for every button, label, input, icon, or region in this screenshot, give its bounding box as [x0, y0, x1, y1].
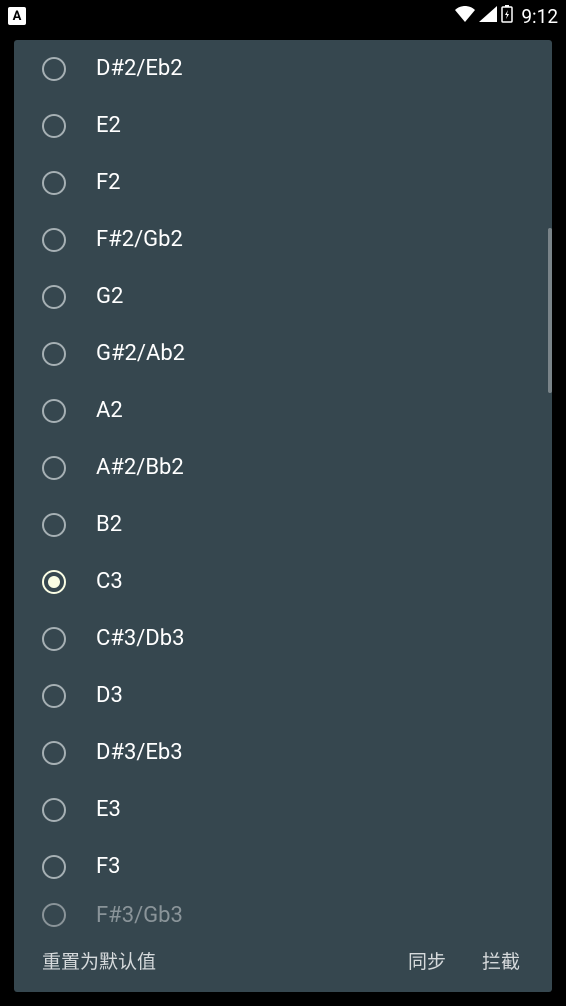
radio-icon — [42, 798, 66, 822]
radio-icon — [42, 228, 66, 252]
status-bar: A 9:12 — [0, 0, 566, 32]
note-option-dsharp2[interactable]: D#2/Eb2 — [14, 40, 552, 97]
note-option-b2[interactable]: B2 — [14, 496, 552, 553]
radio-icon — [42, 342, 66, 366]
reset-to-default-link[interactable]: 重置为默认值 — [42, 947, 156, 974]
note-label: F#3/Gb3 — [96, 903, 183, 928]
note-option-g2[interactable]: G2 — [14, 268, 552, 325]
radio-icon — [42, 171, 66, 195]
note-option-c3[interactable]: C3 — [14, 553, 552, 610]
note-label: F3 — [96, 854, 121, 879]
radio-icon — [42, 684, 66, 708]
note-option-csharp3[interactable]: C#3/Db3 — [14, 610, 552, 667]
scrollbar[interactable] — [548, 228, 552, 393]
status-left: A — [8, 7, 26, 25]
intercept-button[interactable]: 拦截 — [478, 939, 524, 982]
list-container[interactable]: D#2/Eb2 E2 F2 F#2/Gb2 G2 G#2/Ab2 A2 A#2/Bb2 B2 C3… — [14, 40, 552, 928]
note-label: B2 — [96, 512, 122, 537]
note-label: A#2/Bb2 — [96, 455, 184, 480]
radio-icon — [42, 285, 66, 309]
radio-icon — [42, 855, 66, 879]
note-option-fsharp2[interactable]: F#2/Gb2 — [14, 211, 552, 268]
sync-button[interactable]: 同步 — [404, 939, 450, 982]
radio-icon — [42, 627, 66, 651]
note-option-dsharp3[interactable]: D#3/Eb3 — [14, 724, 552, 781]
radio-icon — [42, 57, 66, 81]
radio-icon — [42, 741, 66, 765]
radio-icon — [42, 456, 66, 480]
note-option-gsharp2[interactable]: G#2/Ab2 — [14, 325, 552, 382]
dialog-footer: 重置为默认值 同步 拦截 — [14, 928, 552, 992]
note-label: F#2/Gb2 — [96, 227, 183, 252]
note-label: C#3/Db3 — [96, 626, 184, 651]
note-label: C3 — [96, 569, 123, 594]
note-option-f3[interactable]: F3 — [14, 838, 552, 895]
note-label: D#3/Eb3 — [96, 740, 183, 765]
radio-icon — [42, 903, 66, 927]
note-option-f2[interactable]: F2 — [14, 154, 552, 211]
note-option-asharp2[interactable]: A#2/Bb2 — [14, 439, 552, 496]
note-option-a2[interactable]: A2 — [14, 382, 552, 439]
radio-icon — [42, 399, 66, 423]
app-badge: A — [8, 7, 26, 25]
status-time: 9:12 — [521, 5, 558, 28]
note-option-d3[interactable]: D3 — [14, 667, 552, 724]
radio-icon — [42, 570, 66, 594]
wifi-icon — [455, 6, 475, 27]
note-label: F2 — [96, 170, 121, 195]
note-picker-dialog: D#2/Eb2 E2 F2 F#2/Gb2 G2 G#2/Ab2 A2 A#2/Bb2 B2 C3… — [14, 40, 552, 992]
note-option-e2[interactable]: E2 — [14, 97, 552, 154]
note-label: E2 — [96, 113, 121, 138]
note-label: A2 — [96, 398, 123, 423]
signal-icon — [479, 6, 497, 27]
note-label: E3 — [96, 797, 121, 822]
radio-icon — [42, 513, 66, 537]
note-label: G#2/Ab2 — [96, 341, 185, 366]
note-label: D3 — [96, 683, 123, 708]
status-right: 9:12 — [455, 5, 558, 28]
note-option-fsharp3[interactable]: F#3/Gb3 — [14, 895, 552, 928]
note-option-e3[interactable]: E3 — [14, 781, 552, 838]
note-label: D#2/Eb2 — [96, 56, 183, 81]
battery-charging-icon — [501, 5, 513, 28]
note-label: G2 — [96, 284, 123, 309]
footer-buttons: 同步 拦截 — [404, 939, 524, 982]
note-list: D#2/Eb2 E2 F2 F#2/Gb2 G2 G#2/Ab2 A2 A#2/Bb2 B2 C3… — [14, 40, 552, 928]
radio-icon — [42, 114, 66, 138]
